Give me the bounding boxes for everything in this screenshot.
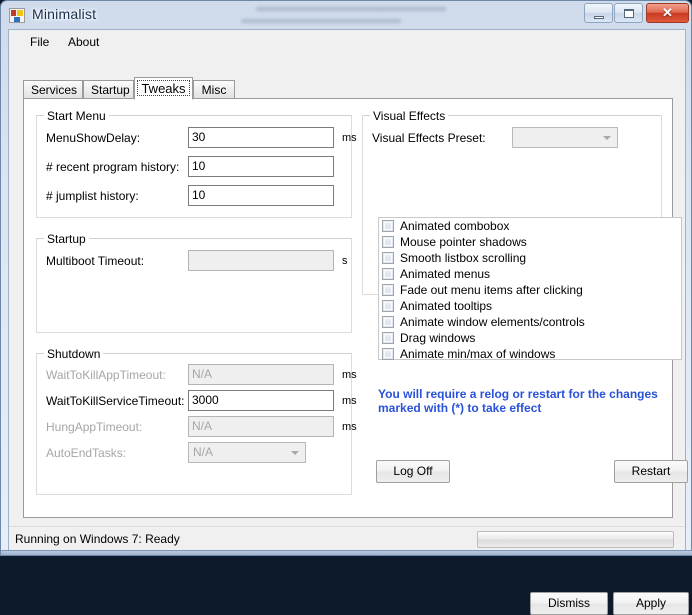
label-visual-effects-preset: Visual Effects Preset: <box>372 131 486 145</box>
group-start-menu: Start Menu MenuShowDelay: 30 ms # recent… <box>36 109 357 218</box>
log-off-button[interactable]: Log Off <box>376 460 450 483</box>
unit-multiboot-timeout: s <box>342 255 348 267</box>
list-item[interactable]: Animate window elements/controls <box>382 315 681 330</box>
label-waittokillapptimeout: WaitToKillAppTimeout: <box>46 368 166 382</box>
checkbox-animate-min-max-windows[interactable] <box>382 348 394 360</box>
label-jumplist-history: # jumplist history: <box>46 189 139 203</box>
list-item[interactable]: Animated combobox <box>382 219 681 234</box>
list-item-label: Animated combobox <box>400 219 510 233</box>
tab-misc-label: Misc <box>201 83 227 97</box>
tab-startup[interactable]: Startup <box>83 80 134 99</box>
input-multiboot-timeout[interactable] <box>188 250 334 271</box>
input-waittokillapptimeout[interactable]: N/A <box>188 364 334 385</box>
checkbox-drag-windows[interactable] <box>382 332 394 344</box>
status-bar: Running on Windows 7: Ready <box>9 526 685 552</box>
input-hungapptimeout[interactable]: N/A <box>188 416 334 437</box>
close-button[interactable]: ✕ <box>646 3 689 23</box>
list-item[interactable]: Animated menus <box>382 267 681 282</box>
chevron-down-icon <box>603 136 611 140</box>
maximize-icon <box>624 9 634 18</box>
checkbox-animated-tooltips[interactable] <box>382 300 394 312</box>
list-item[interactable]: Smooth listbox scrolling <box>382 251 681 266</box>
checkbox-mouse-pointer-shadows[interactable] <box>382 236 394 248</box>
app-window-icon <box>9 8 25 23</box>
checkbox-smooth-listbox-scrolling[interactable] <box>382 252 394 264</box>
label-hungapptimeout: HungAppTimeout: <box>46 420 143 434</box>
group-shutdown: Shutdown WaitToKillAppTimeout: N/A ms Wa… <box>36 347 357 495</box>
list-item[interactable]: Drag windows <box>382 331 681 346</box>
title-bar[interactable]: Minimalist ✕ <box>1 1 691 29</box>
checkbox-fade-out-menu-items[interactable] <box>382 284 394 296</box>
restart-required-warning-line1: You will require a relog or restart for … <box>378 387 658 401</box>
status-bar-text: Running on Windows 7: Ready <box>15 532 180 546</box>
tab-page-tweaks: Start Menu MenuShowDelay: 30 ms # recent… <box>23 98 689 615</box>
unit-waittokillapptimeout: ms <box>342 369 357 381</box>
group-startup: Startup Multiboot Timeout: s <box>36 232 352 333</box>
list-item[interactable]: Mouse pointer shadows <box>382 235 681 250</box>
list-item-label: Animated menus <box>400 267 491 281</box>
select-visual-effects-preset[interactable] <box>512 127 618 148</box>
apply-button[interactable]: Apply <box>613 592 689 615</box>
menu-item-file[interactable]: File <box>22 34 57 51</box>
list-item-label: Animated tooltips <box>400 299 493 313</box>
window-frame-bottom <box>1 550 692 555</box>
list-item-label: Mouse pointer shadows <box>400 235 527 249</box>
select-autoendtasks[interactable]: N/A <box>188 442 306 463</box>
client-area: File About Services Startup Tweaks Misc … <box>8 29 689 615</box>
group-startup-legend: Startup <box>44 232 89 246</box>
list-item-label: Fade out menu items after clicking <box>400 283 583 297</box>
tab-misc[interactable]: Misc <box>193 80 235 99</box>
list-item-label: Smooth listbox scrolling <box>400 251 527 265</box>
label-waittokillservicetimeout: WaitToKillServiceTimeout: <box>46 394 185 408</box>
visual-effects-checkbox-list[interactable]: Animated combobox Mouse pointer shadows … <box>378 217 682 362</box>
checkbox-animate-window-elements[interactable] <box>382 316 394 328</box>
restart-button[interactable]: Restart <box>614 460 688 483</box>
list-item[interactable]: Animate min/max of windows <box>382 347 681 362</box>
select-autoendtasks-value: N/A <box>193 445 214 459</box>
checkbox-animated-menus[interactable] <box>382 268 394 280</box>
minimize-button[interactable] <box>584 3 613 23</box>
progress-bar <box>477 531 674 548</box>
list-item[interactable]: Fade out menu items after clicking <box>382 283 681 298</box>
label-autoendtasks: AutoEndTasks: <box>46 446 127 460</box>
tab-tweaks[interactable]: Tweaks <box>134 77 193 100</box>
unit-waittokillservicetimeout: ms <box>342 395 357 407</box>
unit-menushowdelay: ms <box>342 132 357 144</box>
input-menushowdelay[interactable]: 30 <box>188 127 334 148</box>
group-start-menu-legend: Start Menu <box>44 109 109 123</box>
unit-hungapptimeout: ms <box>342 421 357 433</box>
checkbox-animated-combobox[interactable] <box>382 220 394 232</box>
list-item[interactable]: Animated tooltips <box>382 299 681 314</box>
group-visual-effects-legend: Visual Effects <box>370 109 449 123</box>
minimize-icon <box>594 16 604 19</box>
input-waittokillservicetimeout[interactable]: 3000 <box>188 390 334 411</box>
input-recent-program-history[interactable]: 10 <box>188 156 334 177</box>
list-item-label: Animate window elements/controls <box>400 315 585 329</box>
maximize-button[interactable] <box>614 3 643 23</box>
dismiss-button[interactable]: Dismiss <box>530 592 608 615</box>
menu-bar: File About <box>9 30 685 54</box>
input-jumplist-history[interactable]: 10 <box>188 185 334 206</box>
label-recent-program-history: # recent program history: <box>46 160 180 174</box>
list-item-label: Drag windows <box>400 331 476 345</box>
tab-startup-label: Startup <box>91 83 130 97</box>
label-menushowdelay: MenuShowDelay: <box>46 131 141 145</box>
menu-item-about[interactable]: About <box>60 34 107 51</box>
application-window: Minimalist ✕ File About Services Startup… <box>0 0 692 615</box>
list-item-label: Animate min/max of windows <box>400 347 556 361</box>
restart-required-warning-line2: marked with (*) to take effect <box>378 401 542 415</box>
tab-strip: Services Startup Tweaks Misc <box>23 77 673 100</box>
close-icon: ✕ <box>662 5 673 20</box>
restart-required-warning: You will require a relog or restart for … <box>378 387 678 415</box>
window-title: Minimalist <box>32 6 97 22</box>
chevron-down-icon <box>291 451 299 455</box>
label-multiboot-timeout: Multiboot Timeout: <box>46 254 145 268</box>
group-shutdown-legend: Shutdown <box>44 347 104 361</box>
tab-services-label: Services <box>31 83 78 97</box>
tab-services[interactable]: Services <box>23 80 83 99</box>
tab-focus-rectangle <box>137 80 190 96</box>
